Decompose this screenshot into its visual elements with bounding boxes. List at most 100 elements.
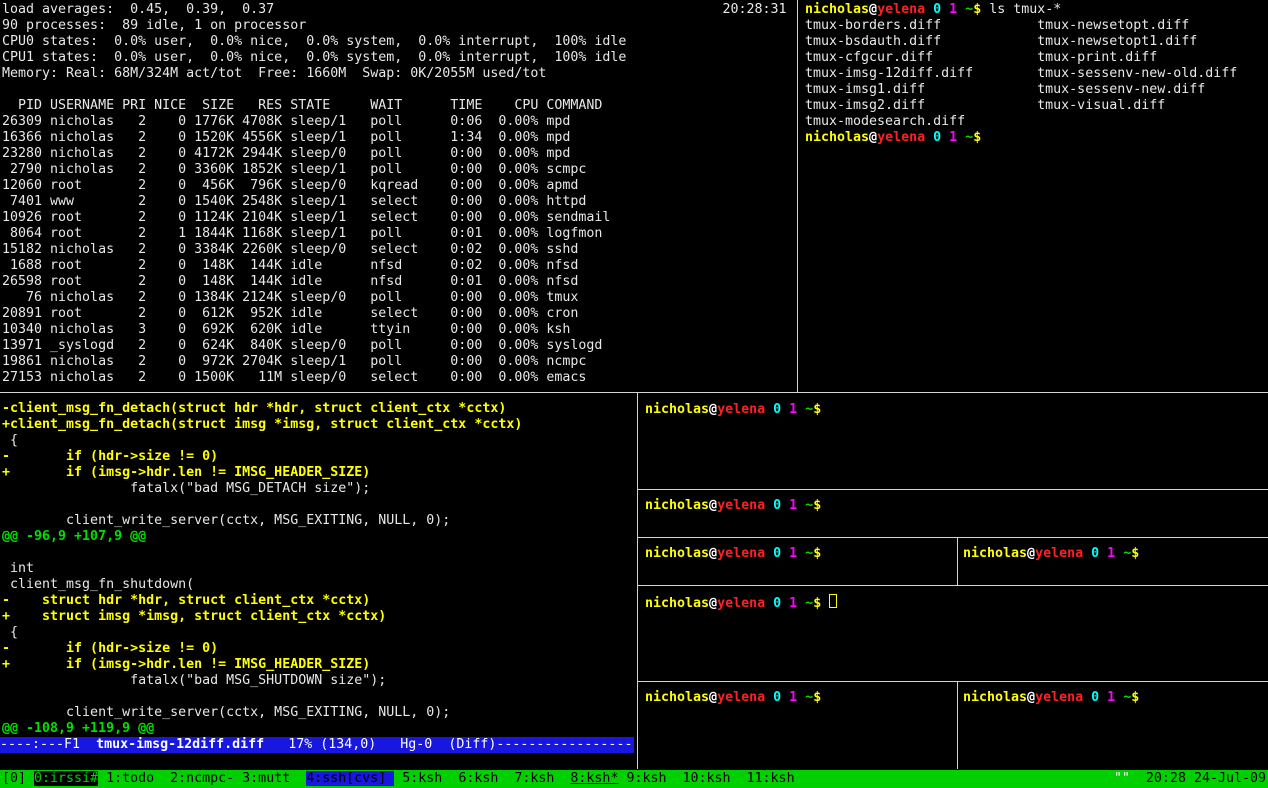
prompt-jobs-num: 1 bbox=[1107, 690, 1115, 705]
window-list-right[interactable]: 9:ksh 10:ksh 11:ksh bbox=[618, 771, 794, 786]
space bbox=[957, 2, 965, 17]
space bbox=[765, 498, 773, 513]
shell-pane-3-right[interactable]: nicholas@yelena 0 1 ~$ bbox=[963, 546, 1139, 562]
prompt-host: yelena bbox=[1035, 690, 1083, 705]
prompt-cwd: ~ bbox=[1123, 546, 1131, 561]
prompt-history-num: 0 bbox=[933, 2, 941, 17]
shell-pane-1[interactable]: nicholas@yelena 0 1 ~$ bbox=[645, 402, 821, 418]
session-name: [0] bbox=[2, 771, 34, 786]
shell-pane-4-active[interactable]: nicholas@yelena 0 1 ~$ bbox=[645, 594, 837, 612]
prompt-host: yelena bbox=[877, 130, 925, 145]
space bbox=[1115, 546, 1123, 561]
prompt-history-num: 0 bbox=[1091, 690, 1099, 705]
space bbox=[925, 2, 933, 17]
pane-border-horizontal-2[interactable] bbox=[638, 537, 1268, 538]
diff-changed-line: + struct imsg *imsg, struct client_ctx *… bbox=[2, 609, 386, 624]
status-right-section: "" 20:28 24-Jul-09 bbox=[1114, 770, 1266, 788]
prompt-cwd: ~ bbox=[805, 402, 813, 417]
prompt-user: nicholas bbox=[805, 2, 869, 17]
pane-border-horizontal-4[interactable] bbox=[638, 681, 1268, 682]
prompt-host: yelena bbox=[717, 402, 765, 417]
window-item-8-current[interactable]: 8:ksh* bbox=[570, 771, 618, 786]
pane-border-horizontal-3[interactable] bbox=[638, 585, 1268, 586]
diff-context-line: fatalx("bad MSG_DETACH size"); bbox=[2, 481, 370, 496]
tmux-screen: load averages: 0.45, 0.39, 0.37 20:28:31… bbox=[0, 0, 1268, 788]
modeline-info: 17% (134,0) Hg-0 (Diff)----------------- bbox=[264, 737, 632, 752]
shell-pane-3-left[interactable]: nicholas@yelena 0 1 ~$ bbox=[645, 546, 821, 562]
pane-border-vertical-row5[interactable] bbox=[957, 682, 958, 769]
space bbox=[781, 498, 789, 513]
space bbox=[797, 498, 805, 513]
prompt-jobs-num: 1 bbox=[1107, 546, 1115, 561]
prompt-dollar: $ bbox=[973, 130, 981, 145]
space bbox=[797, 546, 805, 561]
space bbox=[1083, 546, 1091, 561]
space bbox=[765, 546, 773, 561]
prompt-jobs-num: 1 bbox=[789, 546, 797, 561]
prompt-user: nicholas bbox=[645, 690, 709, 705]
prompt-at: @ bbox=[869, 130, 877, 145]
prompt-dollar: $ bbox=[813, 402, 821, 417]
pane-border-vertical-row3[interactable] bbox=[957, 538, 958, 585]
diff-changed-line: + if (imsg->hdr.len != IMSG_HEADER_SIZE) bbox=[2, 465, 370, 480]
modeline-filename: tmux-imsg-12diff.diff bbox=[96, 737, 264, 752]
diff-context-line: { bbox=[2, 625, 18, 640]
pane-title: "" bbox=[1114, 771, 1130, 786]
space bbox=[781, 596, 789, 611]
ls-file-list: tmux-borders.diff tmux-newsetopt.diff tm… bbox=[805, 18, 1237, 129]
prompt-at: @ bbox=[709, 546, 717, 561]
diff-context-line: client_write_server(cctx, MSG_EXITING, N… bbox=[2, 513, 450, 528]
diff-context-line: client_msg_fn_shutdown( bbox=[2, 577, 194, 592]
prompt-history-num: 0 bbox=[773, 690, 781, 705]
emacs-diff-pane[interactable]: -client_msg_fn_detach(struct hdr *hdr, s… bbox=[2, 401, 522, 737]
prompt-host: yelena bbox=[717, 498, 765, 513]
window-list-mid[interactable]: 5:ksh 6:ksh 7:ksh bbox=[394, 771, 570, 786]
space bbox=[1099, 546, 1107, 561]
space bbox=[797, 690, 805, 705]
prompt-dollar: $ bbox=[813, 690, 821, 705]
window-list-left[interactable]: 1:todo 2:ncmpc- 3:mutt bbox=[98, 771, 306, 786]
space bbox=[1083, 690, 1091, 705]
space bbox=[781, 546, 789, 561]
space bbox=[1115, 690, 1123, 705]
prompt-user: nicholas bbox=[805, 130, 869, 145]
pane-border-vertical-main[interactable] bbox=[637, 392, 638, 769]
prompt-cwd: ~ bbox=[805, 690, 813, 705]
prompt-at: @ bbox=[1027, 690, 1035, 705]
diff-changed-line: - struct hdr *hdr, struct client_ctx *cc… bbox=[2, 593, 370, 608]
diff-context-line: client_write_server(cctx, MSG_EXITING, N… bbox=[2, 705, 450, 720]
diff-context-line: { bbox=[2, 433, 18, 448]
shell-pane-ls-output[interactable]: nicholas@yelena 0 1 ~$ ls tmux-* tmux-bo… bbox=[805, 2, 1237, 146]
prompt-cwd: ~ bbox=[965, 130, 973, 145]
status-clock: 20:28 24-Jul-09 bbox=[1130, 771, 1266, 786]
space bbox=[957, 130, 965, 145]
prompt-host: yelena bbox=[717, 546, 765, 561]
shell-pane-5-left[interactable]: nicholas@yelena 0 1 ~$ bbox=[645, 690, 821, 706]
diff-context-line: int bbox=[2, 561, 34, 576]
pane-border-horizontal-main[interactable] bbox=[0, 392, 1268, 393]
top-command-pane[interactable]: load averages: 0.45, 0.39, 0.37 20:28:31… bbox=[2, 2, 787, 386]
pane-border-vertical-top[interactable] bbox=[797, 0, 798, 392]
prompt-user: nicholas bbox=[645, 498, 709, 513]
space bbox=[941, 130, 949, 145]
window-item-0-irssi[interactable]: 0:irssi# bbox=[34, 771, 98, 786]
shell-pane-5-right[interactable]: nicholas@yelena 0 1 ~$ bbox=[963, 690, 1139, 706]
prompt-dollar: $ bbox=[1131, 546, 1139, 561]
command-text: ls tmux-* bbox=[981, 2, 1061, 17]
prompt-cwd: ~ bbox=[805, 498, 813, 513]
diff-changed-line: +client_msg_fn_detach(struct imsg *imsg,… bbox=[2, 417, 522, 432]
diff-context-line: fatalx("bad MSG_SHUTDOWN size"); bbox=[2, 673, 386, 688]
window-item-4-ssh[interactable]: 4:ssh[cvs] bbox=[306, 771, 394, 786]
prompt-host: yelena bbox=[1035, 546, 1083, 561]
prompt-user: nicholas bbox=[645, 596, 709, 611]
prompt-host: yelena bbox=[717, 596, 765, 611]
prompt-user: nicholas bbox=[645, 546, 709, 561]
diff-changed-line: -client_msg_fn_detach(struct hdr *hdr, s… bbox=[2, 401, 506, 416]
shell-pane-2[interactable]: nicholas@yelena 0 1 ~$ bbox=[645, 498, 821, 514]
prompt-dollar: $ bbox=[813, 498, 821, 513]
space bbox=[781, 402, 789, 417]
prompt-cwd: ~ bbox=[805, 546, 813, 561]
pane-border-horizontal-1[interactable] bbox=[638, 489, 1268, 490]
prompt-jobs-num: 1 bbox=[789, 596, 797, 611]
terminal-cursor bbox=[829, 594, 837, 608]
